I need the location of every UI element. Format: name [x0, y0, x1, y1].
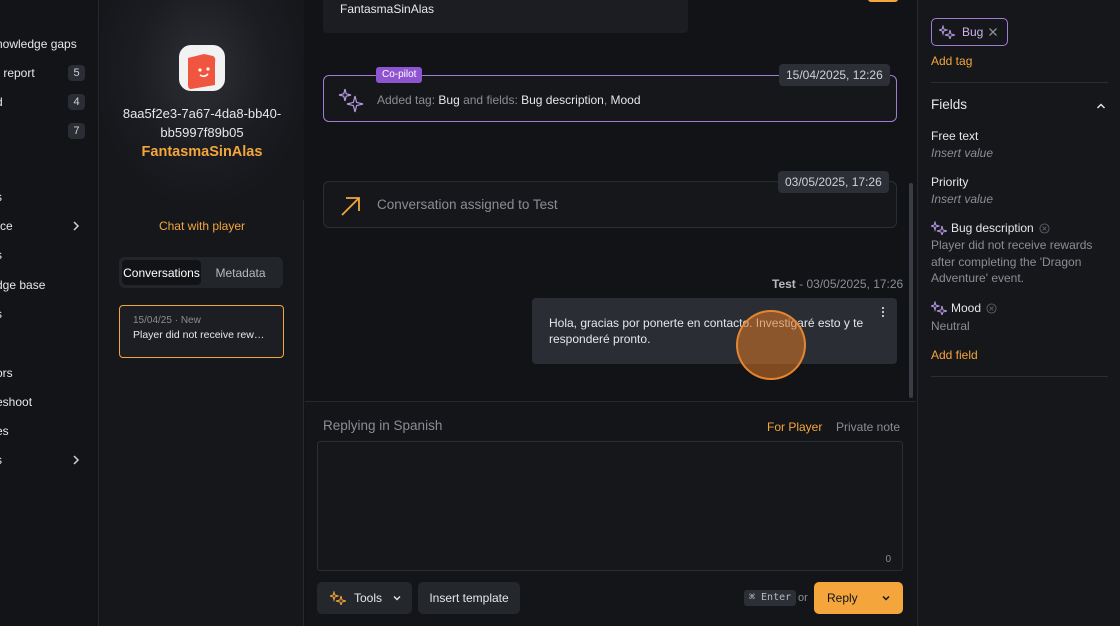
- nav-item-s2[interactable]: s: [0, 244, 98, 266]
- player-avatar: [179, 45, 225, 91]
- nav-item-s3[interactable]: s: [0, 303, 98, 325]
- pointer-indicator: [736, 310, 806, 380]
- remove-circle-icon[interactable]: [986, 302, 997, 314]
- field-label-mood: Mood: [931, 301, 997, 315]
- for-player-tab[interactable]: For Player: [767, 420, 822, 434]
- close-icon[interactable]: [988, 27, 998, 37]
- nav-item-report[interactable]: r report 5: [0, 62, 98, 84]
- nav-item-label: s: [0, 453, 2, 467]
- main-sidebar: nowledge gaps r report5 d4 7 s rce s dge…: [0, 0, 99, 626]
- nav-item-label: es: [0, 424, 9, 438]
- reply-composer: Replying in Spanish For Player Private n…: [305, 401, 916, 626]
- or-label: or: [798, 592, 808, 604]
- nav-item-knowledge-base[interactable]: dge base: [0, 274, 98, 296]
- nav-item-label: rce: [0, 219, 13, 233]
- arrow-up-right-icon: [341, 197, 360, 216]
- player-name: FantasmaSinAlas: [141, 144, 263, 160]
- details-panel: Bug Add tag Fields Free text Insert valu…: [917, 0, 1120, 626]
- tag-chip-bug[interactable]: Bug: [931, 18, 1008, 46]
- nav-item-es[interactable]: es: [0, 420, 98, 442]
- sparkles-icon: [931, 301, 947, 315]
- field-value-free-text[interactable]: Insert value: [931, 145, 1109, 162]
- private-note-tab[interactable]: Private note: [836, 420, 900, 434]
- nav-item-s1[interactable]: s: [0, 186, 98, 208]
- nav-item-label: nowledge gaps: [0, 37, 77, 51]
- field-label-free-text: Free text: [931, 129, 979, 143]
- tools-button[interactable]: Tools: [317, 582, 412, 614]
- nav-item-label: ors: [0, 366, 13, 380]
- count-badge: 5: [68, 65, 85, 81]
- nav-item-label: eshoot: [0, 395, 33, 409]
- field-label-priority: Priority: [931, 175, 969, 189]
- nav-item-label: d: [0, 95, 3, 109]
- character-counter: 0: [885, 554, 891, 565]
- copilot-badge: Co-pilot: [376, 67, 423, 83]
- assign-event-text: Conversation assigned to Test: [377, 197, 558, 212]
- player-id: 8aa5f2e3-7a67-4da8-bb40- bb5997f89b05: [122, 106, 282, 140]
- more-vertical-icon[interactable]: [881, 306, 885, 318]
- nav-item-source[interactable]: rce: [0, 215, 98, 237]
- count-badge: 4: [68, 94, 85, 110]
- remove-circle-icon[interactable]: [1039, 222, 1050, 234]
- sparkles-icon: [330, 591, 346, 605]
- chevron-right-icon: [73, 221, 80, 231]
- count-badge: 7: [68, 123, 85, 139]
- event-timestamp: 15/04/2025, 12:26: [779, 64, 890, 86]
- chevron-up-icon[interactable]: [1095, 100, 1107, 112]
- chevron-down-icon: [393, 596, 401, 601]
- divider: [931, 376, 1108, 377]
- nav-item-label: r report: [0, 66, 35, 80]
- nav-item-label: dge base: [0, 278, 46, 292]
- replying-language: Replying in Spanish: [323, 418, 443, 433]
- chat-with-player-link[interactable]: Chat with player: [100, 219, 304, 233]
- nav-item-label: s: [0, 248, 2, 262]
- ghost-avatar-icon: [188, 54, 216, 89]
- nav-item-s4[interactable]: s: [0, 449, 98, 471]
- nav-item-label: s: [0, 307, 2, 321]
- chevron-down-icon[interactable]: [881, 593, 891, 603]
- nav-item-ors[interactable]: ors: [0, 362, 98, 384]
- header-glow: [100, 0, 304, 200]
- nav-item-label: s: [0, 190, 2, 204]
- conversation-thread: FantasmaSinAlas Added tag: Bug and field…: [305, 0, 916, 626]
- reply-meta: Test - 03/05/2025, 17:26: [772, 277, 904, 291]
- event-timestamp: 03/05/2025, 17:26: [778, 171, 889, 193]
- copilot-event-text: Added tag: Bug and fields: Bug descripti…: [377, 93, 641, 107]
- tab-metadata[interactable]: Metadata: [201, 260, 280, 285]
- thread-scrollbar[interactable]: [909, 183, 913, 398]
- chevron-right-icon: [73, 455, 80, 465]
- player-tabs: Conversations Metadata: [119, 257, 283, 288]
- conversation-card[interactable]: 15/04/25 · New Player did not receive re…: [119, 305, 284, 358]
- tab-conversations[interactable]: Conversations: [122, 260, 201, 285]
- unread-indicator: [868, 0, 898, 2]
- add-field-link[interactable]: Add field: [931, 348, 978, 362]
- field-value-priority[interactable]: Insert value: [931, 191, 1109, 208]
- nav-item-knowledge-gaps[interactable]: nowledge gaps: [0, 33, 98, 55]
- fields-heading: Fields: [931, 97, 968, 112]
- nav-item-d[interactable]: d4: [0, 91, 98, 113]
- shortcut-hint: ⌘ Enter: [744, 590, 797, 606]
- reply-textarea[interactable]: 0: [317, 441, 903, 571]
- nav-item-troubleshoot[interactable]: eshoot: [0, 391, 98, 413]
- nav-item-unnamed[interactable]: 7: [0, 120, 98, 142]
- sparkles-icon: [338, 88, 364, 113]
- add-tag-link[interactable]: Add tag: [931, 54, 972, 68]
- conversation-title: Player did not receive rewards after com…: [133, 329, 270, 341]
- reply-button[interactable]: Reply: [814, 582, 903, 614]
- field-label-bug-description: Bug description: [931, 221, 1050, 235]
- player-message: FantasmaSinAlas: [323, 0, 688, 33]
- conversation-meta: 15/04/25 · New: [133, 315, 201, 326]
- agent-message: Hola, gracias por ponerte en contacto. I…: [532, 298, 897, 364]
- insert-template-button[interactable]: Insert template: [418, 582, 520, 614]
- field-value-mood[interactable]: Neutral: [931, 318, 1109, 335]
- field-value-bug-description[interactable]: Player did not receive rewards after com…: [931, 237, 1109, 287]
- divider: [931, 82, 1108, 83]
- sparkles-icon: [939, 25, 955, 39]
- sparkles-icon: [931, 221, 947, 235]
